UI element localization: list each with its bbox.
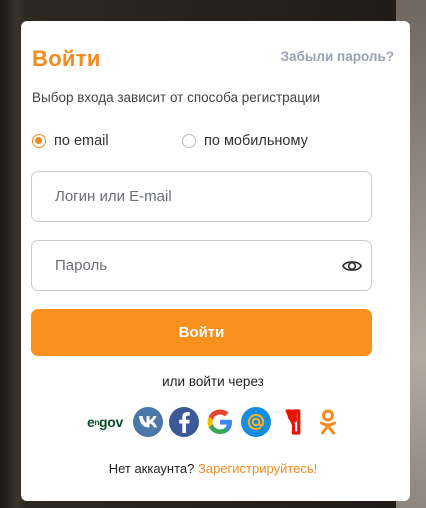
method-mobile-label: по мобильному (204, 133, 308, 149)
facebook-icon[interactable] (169, 407, 199, 437)
login-submit-button[interactable]: Войти (31, 309, 372, 356)
register-prompt: Нет аккаунта? (108, 461, 195, 476)
method-email-radio[interactable]: по email (32, 133, 109, 149)
password-input[interactable] (32, 241, 371, 290)
login-subtitle: Выбор входа зависит от способа регистрац… (32, 90, 321, 105)
mail-at-icon[interactable] (241, 407, 271, 437)
alt-login-text: или войти через (162, 374, 264, 389)
odnoklassniki-icon[interactable] (313, 407, 343, 437)
login-method-group: по email по мобильному (32, 133, 394, 155)
vk-icon[interactable] (133, 407, 163, 437)
register-link[interactable]: Зарегистрируйтесь! (198, 461, 317, 476)
yandex-icon[interactable] (277, 407, 307, 437)
method-mobile-radio[interactable]: по мобильному (182, 133, 308, 149)
social-login-row: e n gov (0, 407, 426, 437)
forgot-password-link[interactable]: Забыли пароль? (281, 49, 394, 64)
show-password-eye-icon[interactable] (341, 256, 363, 276)
login-input[interactable] (32, 172, 371, 221)
password-field-wrapper (31, 240, 372, 291)
login-field-wrapper (31, 171, 372, 222)
login-title: Войти (32, 46, 101, 71)
radio-unselected-icon (182, 134, 196, 148)
egov-icon[interactable]: e n gov (83, 407, 127, 437)
method-email-label: по email (54, 133, 109, 149)
radio-selected-icon (32, 134, 46, 148)
register-row: Нет аккаунта? Зарегистрируйтесь! (0, 461, 426, 476)
google-icon[interactable] (205, 407, 235, 437)
